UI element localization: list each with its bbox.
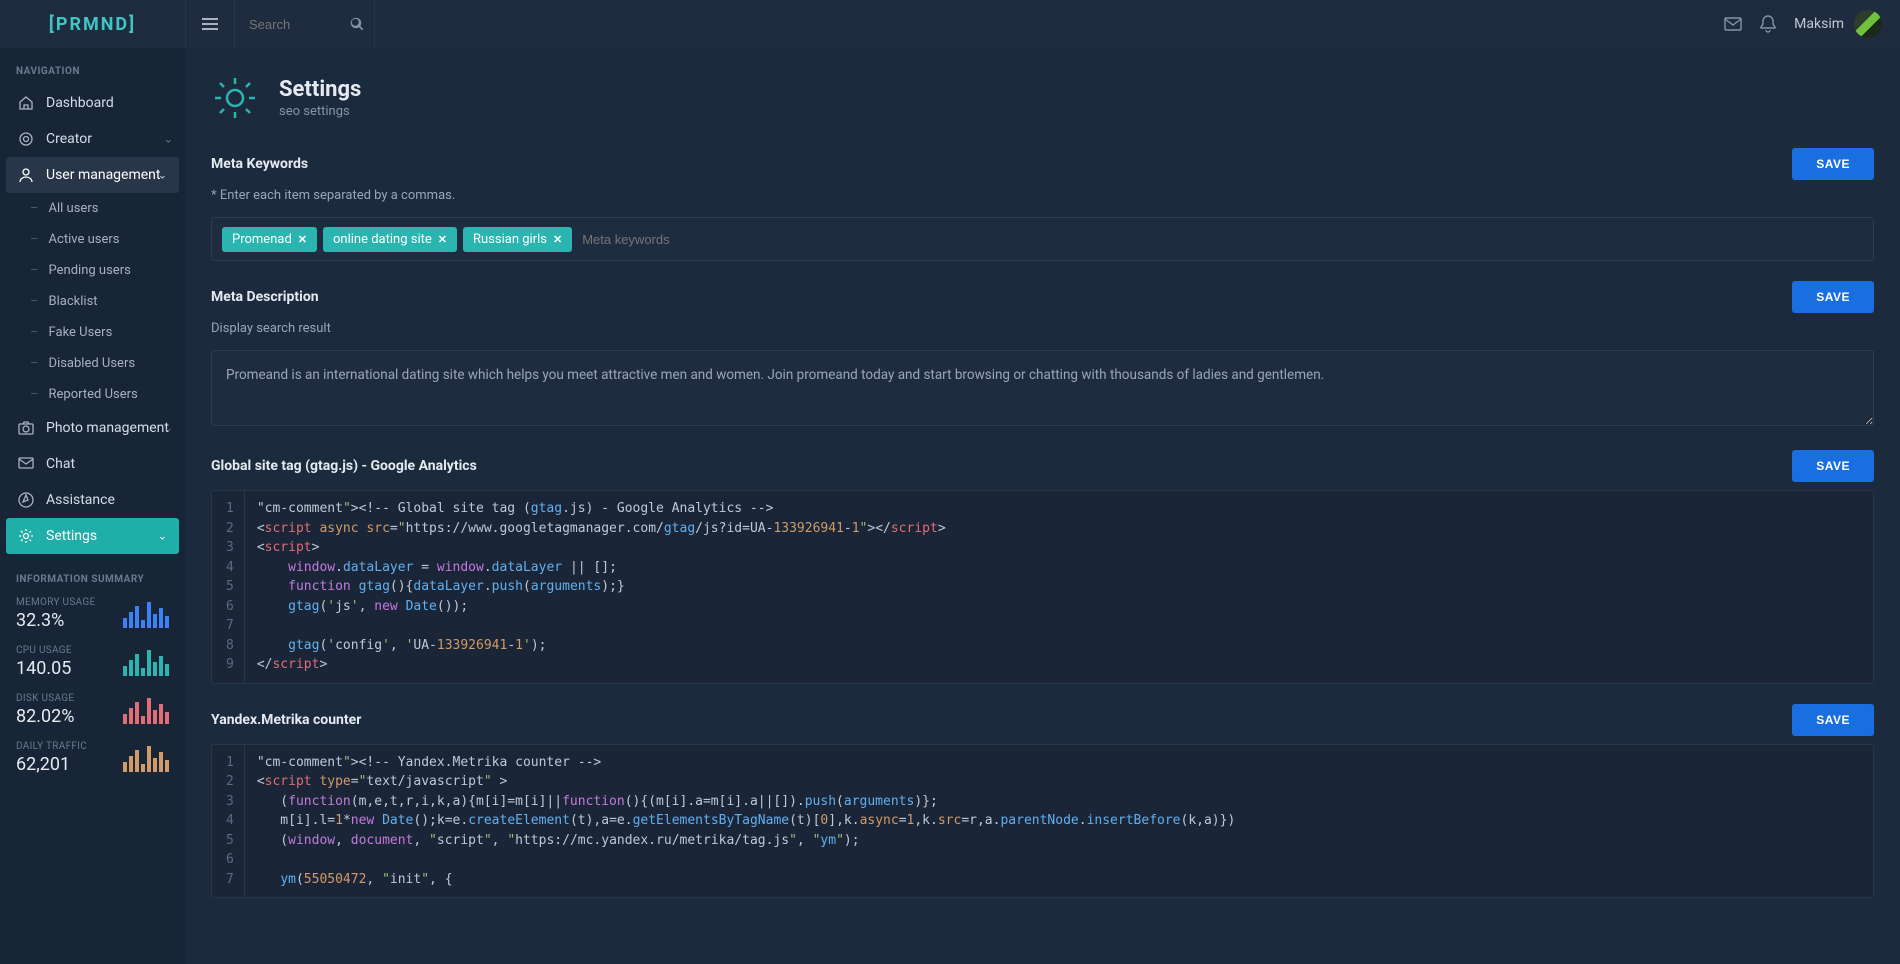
main-content: Settings seo settings Meta Keywords SAVE…: [185, 0, 1900, 912]
code-gutter: 123456789: [212, 491, 245, 683]
code-gutter: 1234567: [212, 745, 245, 898]
bell-icon[interactable]: [1760, 15, 1776, 33]
section-hint: * Enter each item separated by a commas.: [211, 188, 1874, 203]
sidebar-item-label: Chat: [46, 456, 75, 472]
tag-remove-icon[interactable]: ✕: [553, 233, 562, 246]
chevron-down-icon: ⌄: [158, 530, 167, 543]
save-button-yandex[interactable]: SAVE: [1792, 704, 1874, 736]
meta-description-textarea[interactable]: [211, 350, 1874, 426]
sidebar-item-label: Dashboard: [46, 95, 114, 111]
section-hint: Display search result: [211, 321, 1874, 336]
sidebar-item-label: Photo management: [46, 420, 169, 436]
sidebar-item-settings[interactable]: Settings ⌄: [6, 518, 179, 554]
section-meta-description: Meta Description SAVE Display search res…: [185, 275, 1900, 444]
menu-toggle[interactable]: [185, 0, 235, 48]
gear-icon: [16, 528, 36, 544]
sidebar-item-dashboard[interactable]: Dashboard: [0, 85, 185, 121]
camera-icon: [16, 421, 36, 435]
page-subtitle: seo settings: [279, 104, 361, 119]
creator-icon: [16, 131, 36, 147]
sidebar-item-creator[interactable]: Creator ⌄: [0, 121, 185, 157]
sparkline-disk: [123, 696, 169, 724]
sidebar-item-label: Settings: [46, 528, 97, 544]
sidebar-item-assistance[interactable]: Assistance: [0, 482, 185, 518]
gtag-code-editor[interactable]: 123456789 "cm-comment"><!-- Global site …: [211, 490, 1874, 684]
logo[interactable]: [PRMND]: [0, 0, 185, 48]
settings-hero-icon: [211, 74, 259, 122]
sidebar-item-label: User management: [46, 167, 160, 183]
save-button-keywords[interactable]: SAVE: [1792, 148, 1874, 180]
info-disk: DISK USAGE 82.02%: [16, 693, 169, 727]
chat-icon: [16, 457, 36, 471]
mail-icon[interactable]: [1724, 17, 1742, 31]
user-name: Maksim: [1794, 16, 1844, 32]
header-right: Maksim: [1724, 10, 1900, 38]
section-title: Meta Description: [211, 289, 319, 305]
sparkline-cpu: [123, 648, 169, 676]
info-summary: INFORMATION SUMMARY MEMORY USAGE 32.3% C…: [0, 554, 185, 799]
hamburger-icon: [202, 16, 218, 32]
yandex-code-editor[interactable]: 1234567 "cm-comment"><!-- Yandex.Metrika…: [211, 744, 1874, 899]
sidebar: NAVIGATION Dashboard Creator ⌄ User mana…: [0, 48, 185, 964]
page-header: Settings seo settings: [185, 48, 1900, 142]
chevron-down-icon: ⌄: [164, 422, 173, 435]
sidebar-item-user-management[interactable]: User management ⌄: [6, 157, 179, 193]
save-button-description[interactable]: SAVE: [1792, 281, 1874, 313]
chevron-down-icon: ⌄: [158, 169, 167, 182]
home-icon: [16, 95, 36, 111]
sidebar-item-label: Assistance: [46, 492, 115, 508]
sidebar-item-chat[interactable]: Chat: [0, 446, 185, 482]
search-box: [235, 0, 375, 48]
compass-icon: [16, 492, 36, 508]
page-title: Settings: [279, 77, 361, 102]
section-title: Yandex.Metrika counter: [211, 712, 361, 728]
search-icon[interactable]: [350, 17, 364, 31]
top-header: [PRMND] Maksim: [0, 0, 1900, 48]
sidebar-sub-pending-users[interactable]: Pending users: [0, 255, 185, 286]
sidebar-sub-fake-users[interactable]: Fake Users: [0, 317, 185, 348]
info-traffic: DAILY TRAFFIC 62,201: [16, 741, 169, 775]
section-meta-keywords: Meta Keywords SAVE * Enter each item sep…: [185, 142, 1900, 275]
meta-keywords-input[interactable]: Promenad ✕online dating site ✕Russian gi…: [211, 217, 1874, 261]
sidebar-item-label: Creator: [46, 131, 92, 147]
section-gtag: Global site tag (gtag.js) - Google Analy…: [185, 444, 1900, 698]
search-input[interactable]: [249, 17, 360, 32]
keyword-tag[interactable]: online dating site ✕: [323, 227, 457, 252]
code-content[interactable]: "cm-comment"><!-- Yandex.Metrika counter…: [245, 745, 1873, 898]
sidebar-sub-reported-users[interactable]: Reported Users: [0, 379, 185, 410]
chevron-down-icon: ⌄: [164, 133, 173, 146]
save-button-gtag[interactable]: SAVE: [1792, 450, 1874, 482]
sidebar-sub-blacklist[interactable]: Blacklist: [0, 286, 185, 317]
tag-remove-icon[interactable]: ✕: [298, 233, 307, 246]
section-title: Meta Keywords: [211, 156, 308, 172]
sidebar-sub-active-users[interactable]: Active users: [0, 224, 185, 255]
user-icon: [16, 167, 36, 183]
user-management-submenu: All users Active users Pending users Bla…: [0, 193, 185, 410]
keyword-tag[interactable]: Promenad ✕: [222, 227, 317, 252]
avatar: [1854, 10, 1882, 38]
meta-keywords-text-input[interactable]: [578, 228, 762, 251]
sidebar-item-photo-management[interactable]: Photo management ⌄: [0, 410, 185, 446]
keyword-tag[interactable]: Russian girls ✕: [463, 227, 572, 252]
tag-remove-icon[interactable]: ✕: [438, 233, 447, 246]
info-memory: MEMORY USAGE 32.3%: [16, 597, 169, 631]
sparkline-memory: [123, 600, 169, 628]
info-cpu: CPU USAGE 140.05: [16, 645, 169, 679]
user-menu[interactable]: Maksim: [1794, 10, 1882, 38]
section-yandex: Yandex.Metrika counter SAVE 1234567 "cm-…: [185, 698, 1900, 913]
nav-heading: NAVIGATION: [0, 48, 185, 85]
info-heading: INFORMATION SUMMARY: [16, 564, 169, 597]
section-title: Global site tag (gtag.js) - Google Analy…: [211, 458, 477, 474]
code-content[interactable]: "cm-comment"><!-- Global site tag (gtag.…: [245, 491, 1873, 683]
sidebar-sub-all-users[interactable]: All users: [0, 193, 185, 224]
sidebar-sub-disabled-users[interactable]: Disabled Users: [0, 348, 185, 379]
sparkline-traffic: [123, 744, 169, 772]
